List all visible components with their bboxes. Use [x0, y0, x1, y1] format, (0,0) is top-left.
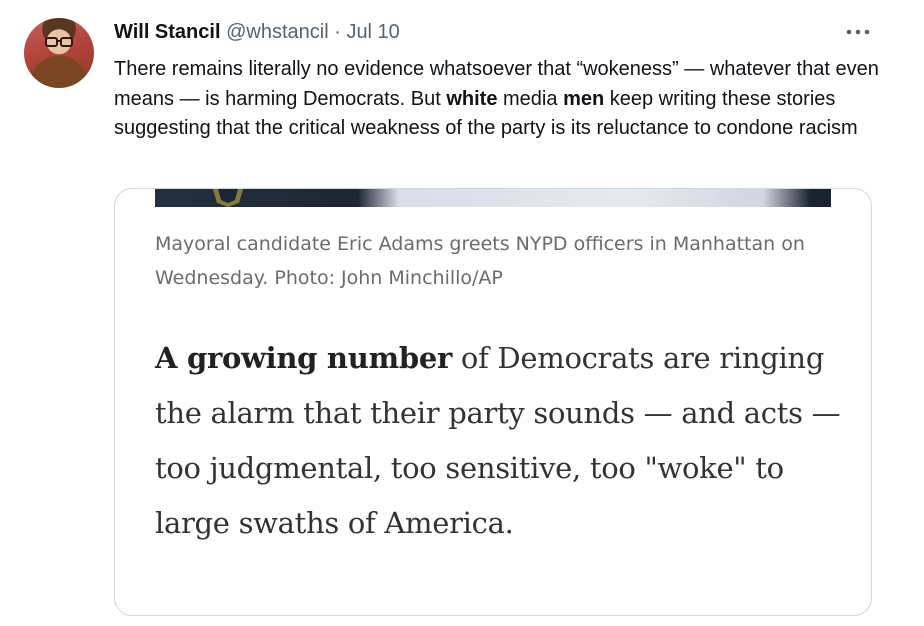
article-quote: A growing number of Democrats are ringin… — [155, 331, 855, 551]
article-photo-crop — [155, 189, 831, 207]
glasses-icon — [45, 37, 73, 47]
author-name[interactable]: Will Stancil — [114, 21, 221, 43]
police-badge-icon — [213, 189, 243, 207]
quote-bold-lead: A growing number — [155, 341, 452, 375]
tweet-date[interactable]: Jul 10 — [346, 21, 399, 43]
tweet-text-bold-white: white — [446, 87, 498, 110]
more-horizontal-icon[interactable] — [845, 22, 871, 42]
tweet-text-bold-men: men — [563, 87, 605, 110]
tweet-header: Will Stancil @whstancil · Jul 10 — [114, 20, 400, 44]
separator-dot: · — [334, 21, 341, 43]
author-handle[interactable]: @whstancil — [226, 21, 329, 43]
tweet-text: There remains literally no evidence what… — [114, 55, 894, 144]
tweet-text-segment: media — [497, 87, 564, 110]
photo-caption: Mayoral candidate Eric Adams greets NYPD… — [155, 233, 805, 289]
quoted-image-card[interactable]: Mayoral candidate Eric Adams greets NYPD… — [114, 188, 872, 616]
avatar[interactable] — [24, 18, 94, 88]
